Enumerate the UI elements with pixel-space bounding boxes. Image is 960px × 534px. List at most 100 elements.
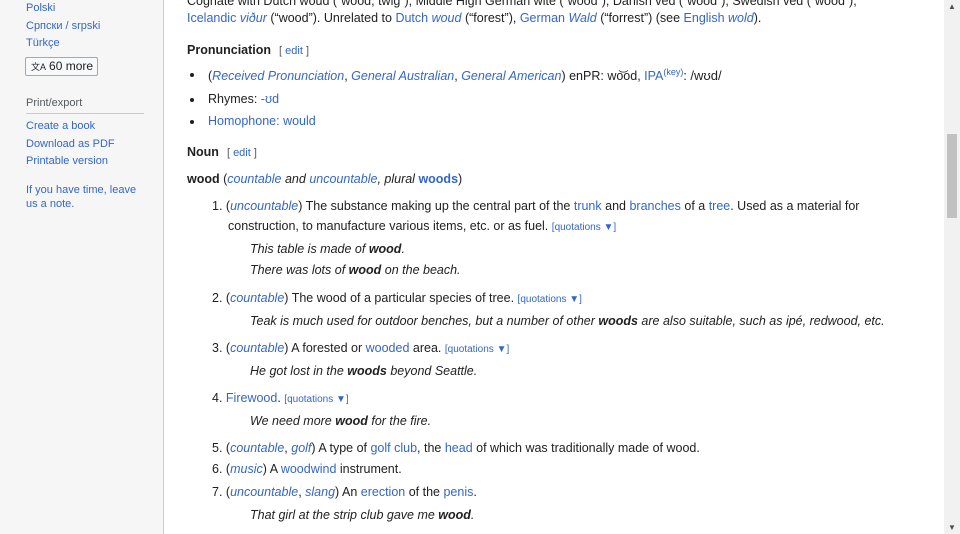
noun-edit-link[interactable]: edit <box>233 147 251 159</box>
wald-link[interactable]: Wald <box>568 11 596 25</box>
scroll-down-arrow-icon[interactable]: ▼ <box>948 523 956 532</box>
sense-4: 4. Firewood. [quotations ▼] <box>212 391 349 405</box>
noun-edit: [ edit ] <box>226 147 257 159</box>
woud-link[interactable]: woud <box>432 11 462 25</box>
plural-link[interactable]: woods <box>418 172 458 186</box>
ga-link[interactable]: General Australian <box>351 69 454 83</box>
sense-text: The wood of a particular species of tree… <box>291 291 515 305</box>
gam-link[interactable]: General American <box>461 69 561 83</box>
trunk-link[interactable]: trunk <box>574 199 602 213</box>
ipa-key-link[interactable]: (key) <box>663 67 683 77</box>
headword: wood <box>187 172 220 186</box>
lang-link-polski[interactable]: Polski <box>26 1 55 15</box>
ipa-link[interactable]: IPA <box>644 69 663 83</box>
more-languages-label: 60 more <box>49 59 94 73</box>
quotations-toggle[interactable]: [quotations ▼] <box>284 394 348 405</box>
sidebar: Polski Српски / srpski Türkçe 文A 60 more … <box>0 0 163 534</box>
sense-tag-link[interactable]: music <box>230 462 263 476</box>
example-bold: woods <box>598 314 638 328</box>
example-text: on the beach. <box>381 263 461 277</box>
sense-2: 2. (countable) The wood of a particular … <box>212 291 582 305</box>
vertical-scrollbar[interactable]: ▲ ▼ <box>944 0 960 534</box>
penis-link[interactable]: penis <box>443 485 473 499</box>
create-book-link[interactable]: Create a book <box>26 119 95 133</box>
vidur-link[interactable]: viður <box>240 11 267 25</box>
quotations-toggle[interactable]: [quotations ▼] <box>552 222 616 233</box>
scroll-up-arrow-icon[interactable]: ▲ <box>948 2 956 11</box>
enpr-label: enPR: <box>569 69 608 84</box>
pronunciation-edit-link[interactable]: edit <box>285 45 303 57</box>
main-content: Cognate with Dutch woud (“wood, twig”), … <box>163 0 945 534</box>
homophone-label[interactable]: Homophone: <box>208 114 283 128</box>
sense-tag-link[interactable]: golf <box>291 441 311 455</box>
sense-text: . Used as a material for <box>730 199 860 213</box>
erection-link[interactable]: erection <box>361 485 405 499</box>
homophone-line: Homophone: would <box>208 114 316 128</box>
sense-text: A <box>269 462 281 476</box>
woodwind-link[interactable]: woodwind <box>281 462 337 476</box>
wooded-link[interactable]: wooded <box>366 341 410 355</box>
bullet <box>190 98 194 102</box>
example-bold: wood <box>368 242 402 256</box>
wold-link[interactable]: wold <box>728 11 754 25</box>
example-text: . <box>401 242 405 256</box>
pronunciation-edit: [ edit ] <box>279 45 310 57</box>
dutch-link[interactable]: Dutch <box>395 11 428 25</box>
leave-note-link-line2[interactable]: us a note. <box>26 197 74 211</box>
print-export-heading: Print/export <box>26 97 144 114</box>
rp-link[interactable]: Received Pronunciation <box>212 69 344 83</box>
quotations-label: quotations ▼ <box>554 222 614 233</box>
download-pdf-link[interactable]: Download as PDF <box>26 137 115 151</box>
sense-number: 5. <box>212 441 223 455</box>
sense-1-line2: construction, to manufacture various ite… <box>228 219 616 233</box>
sense-number: 3. <box>212 341 223 355</box>
sense-tag-link[interactable]: slang <box>305 485 335 499</box>
leave-note-link-line1[interactable]: If you have time, leave <box>26 183 136 197</box>
firewood-link[interactable]: Firewood <box>226 391 277 405</box>
pronunciation-heading: Pronunciation [ edit ] <box>187 43 309 57</box>
sense-7: 7. (uncountable, slang) An erection of t… <box>212 485 477 499</box>
etymology-line1: Cognate with Dutch woud (“wood, twig”), … <box>187 0 857 8</box>
rhymes-label: Rhymes: <box>208 92 261 106</box>
scrollbar-thumb[interactable] <box>947 134 957 218</box>
icelandic-link[interactable]: Icelandic <box>187 11 240 25</box>
sense-tag-link[interactable]: uncountable <box>230 199 298 213</box>
etymology-text: (“forest”), <box>461 11 520 25</box>
german-link[interactable]: German <box>520 11 565 25</box>
printable-version-link[interactable]: Printable version <box>26 154 108 168</box>
more-languages-button[interactable]: 文A 60 more <box>25 57 98 76</box>
lang-link-turkce[interactable]: Türkçe <box>26 36 60 50</box>
sense-tag-link[interactable]: countable <box>230 291 284 305</box>
tree-link[interactable]: tree <box>709 199 731 213</box>
homophone-link[interactable]: would <box>283 114 316 128</box>
sense-text: and <box>601 199 630 213</box>
headword-line: wood (countable and uncountable, plural … <box>187 172 463 186</box>
pronunciation-title: Pronunciation <box>187 43 272 57</box>
pronunciation-ipa-line: (Received Pronunciation, General Austral… <box>208 67 722 84</box>
english-link[interactable]: English <box>684 11 725 25</box>
rhymes-link[interactable]: -ʊd <box>261 92 279 106</box>
quotations-label: quotations ▼ <box>447 344 507 355</box>
example-bold: wood <box>335 414 368 428</box>
golf-club-link[interactable]: golf club <box>370 441 417 455</box>
noun-title: Noun <box>187 145 219 159</box>
uncountable-link[interactable]: uncountable <box>309 172 377 186</box>
quotations-toggle[interactable]: [quotations ▼] <box>445 344 509 355</box>
quotations-toggle[interactable]: [quotations ▼] <box>518 294 582 305</box>
example-bold: woods <box>347 364 387 378</box>
example-bold: wood <box>348 263 382 277</box>
countable-link[interactable]: countable <box>227 172 281 186</box>
example-text: This table is made of <box>250 242 369 256</box>
lang-link-srpski[interactable]: Српски / srpski <box>26 19 100 33</box>
sense-tag-link[interactable]: countable <box>230 441 284 455</box>
branches-link[interactable]: branches <box>629 199 680 213</box>
quotations-label: quotations ▼ <box>287 394 346 405</box>
example-text: That girl at the strip club gave me <box>250 508 439 522</box>
head-link[interactable]: head <box>445 441 473 455</box>
sense-text: , the <box>417 441 445 455</box>
sense-tag-link[interactable]: uncountable <box>230 485 298 499</box>
sense-text: instrument. <box>336 462 402 476</box>
example-sentence: We need more wood for the fire. <box>250 414 431 428</box>
sense-tag-link[interactable]: countable <box>230 341 284 355</box>
plural-text: , plural <box>377 172 419 186</box>
